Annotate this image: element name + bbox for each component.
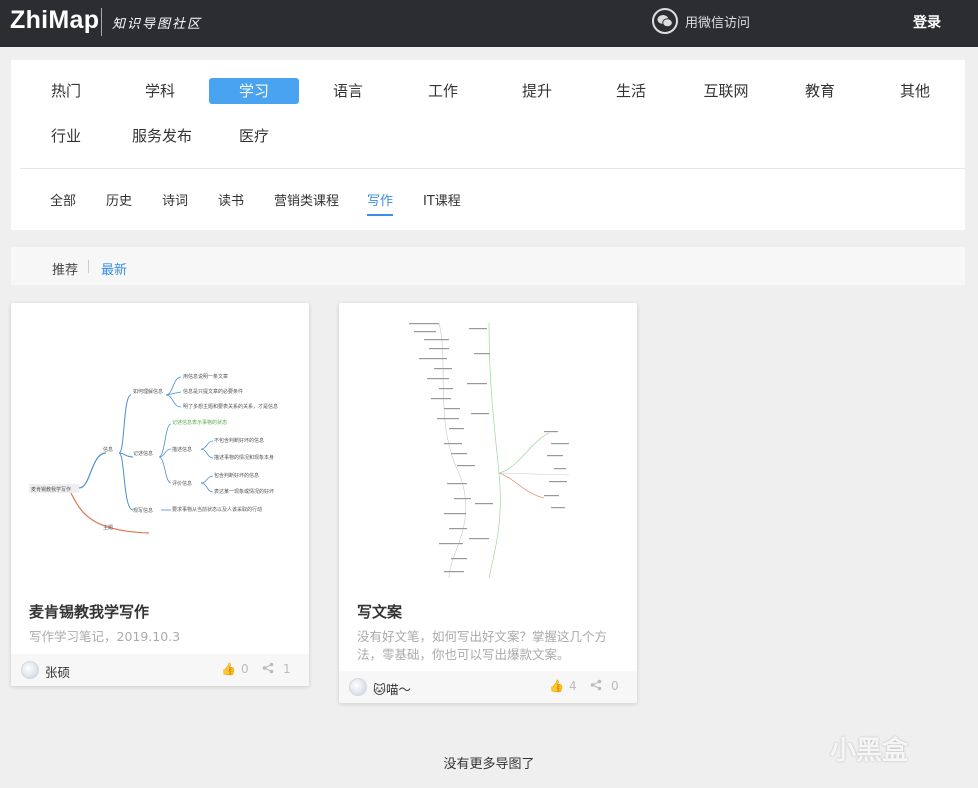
wechat-icon	[652, 8, 678, 34]
mindmap-card[interactable]: 写文案 没有好文笔，如何写出好文案？掌握这几个方法，零基础，你也可以写出爆款文案…	[339, 303, 637, 703]
author-name[interactable]: 🐱喵～	[373, 679, 411, 698]
thumbs-up-icon[interactable]: 👍	[221, 662, 236, 676]
mindmap-leaf: 包含判断好坏的信息	[214, 472, 259, 479]
card-title[interactable]: 麦肯锡教我学写作	[29, 601, 149, 622]
mindmap-leaf: 信息是只提文章的必要条件	[183, 388, 243, 395]
site-logo[interactable]: ZhiMap	[10, 6, 99, 35]
card-footer: 🐱喵～ 👍 4 0	[339, 671, 637, 703]
category-subject[interactable]: 学科	[140, 78, 180, 104]
category-service[interactable]: 服务发布	[126, 123, 198, 149]
mindmap-leaf: 要求事物从当前状态以及人该采取的行动	[172, 506, 262, 513]
category-work[interactable]: 工作	[423, 78, 463, 104]
category-industry[interactable]: 行业	[46, 123, 86, 149]
mindmap-root: 麦肯锡教我学写作	[31, 486, 71, 493]
logo-divider	[101, 8, 102, 36]
site-slogan: 知识导图社区	[112, 17, 203, 32]
wechat-access-link[interactable]: 用微信访问	[652, 7, 750, 35]
mindmap-thumbnail[interactable]	[339, 303, 637, 583]
card-description: 没有好文笔，如何写出好文案？掌握这几个方法，零基础，你也可以写出爆款文案。	[357, 629, 608, 662]
category-internet[interactable]: 互联网	[699, 78, 753, 104]
category-education[interactable]: 教育	[800, 78, 840, 104]
category-life[interactable]: 生活	[611, 78, 651, 104]
category-other[interactable]: 其他	[895, 78, 935, 104]
category-medical[interactable]: 医疗	[234, 123, 274, 149]
avatar[interactable]	[21, 661, 39, 679]
card-title[interactable]: 写文案	[357, 601, 402, 622]
sort-bar: 推荐 最新	[11, 247, 965, 285]
watermark-logo: 小黑盒	[830, 736, 909, 766]
sort-divider	[88, 260, 89, 273]
mindmap-sub-understand: 如何理解信息	[133, 388, 163, 395]
subcategory-writing[interactable]: 写作	[367, 190, 394, 216]
share-icon[interactable]	[262, 662, 274, 677]
author-name[interactable]: 张硕	[45, 662, 70, 681]
card-footer: 张硕 👍 0 1	[11, 654, 309, 686]
share-icon[interactable]	[590, 679, 602, 694]
mindmap-card[interactable]: 麦肯锡教我学写作 信息 主题 如何理解信息 记述信息 规写信息 用信息说明一条文…	[11, 303, 309, 686]
wechat-access-label: 用微信访问	[685, 15, 751, 31]
top-header: ZhiMap 知识导图社区 用微信访问 登录	[0, 0, 978, 47]
mindmap-mid-evaluate: 评价信息	[172, 480, 192, 487]
subcategory-it[interactable]: IT课程	[423, 190, 461, 209]
mindmap-leaf: 表达某一现象或情况的好坏	[214, 488, 274, 495]
mindmap-leaf: 记述信息表示事物的状态	[172, 419, 227, 426]
subcategory-marketing[interactable]: 营销类课程	[274, 190, 339, 209]
category-study[interactable]: 学习	[209, 78, 299, 104]
category-language[interactable]: 语言	[328, 78, 368, 104]
category-panel: 热门 学科 学习 语言 工作 提升 生活 互联网 教育 其他 行业 服务发布 医…	[11, 60, 965, 230]
mindmap-branch-info: 信息	[103, 446, 113, 453]
mindmap-leaf: 不包含判断好坏的信息	[214, 437, 264, 444]
subcategory-all[interactable]: 全部	[50, 190, 76, 209]
share-count: 0	[611, 679, 619, 693]
thumbs-up-icon[interactable]: 👍	[549, 679, 564, 693]
like-count: 4	[569, 679, 577, 693]
mindmap-branch-topic: 主题	[103, 524, 113, 531]
category-improve[interactable]: 提升	[517, 78, 557, 104]
mindmap-sub-write: 规写信息	[133, 507, 153, 514]
share-count: 1	[283, 662, 291, 676]
sort-recommend[interactable]: 推荐	[52, 259, 78, 278]
mindmap-leaf: 描述事物的情况和现象本身	[214, 454, 274, 461]
subcategory-reading[interactable]: 读书	[218, 190, 244, 209]
category-divider	[20, 168, 965, 169]
card-description: 写作学习笔记，2019.10.3	[29, 629, 181, 644]
like-count: 0	[241, 662, 249, 676]
mindmap-sub-describe: 记述信息	[133, 450, 153, 457]
avatar[interactable]	[349, 678, 367, 696]
mindmap-leaf: 明了多想主题和要表关系的关系，才是信息	[183, 403, 278, 410]
mindmap-thumbnail[interactable]: 麦肯锡教我学写作 信息 主题 如何理解信息 记述信息 规写信息 用信息说明一条文…	[11, 303, 309, 583]
login-button[interactable]: 登录	[913, 12, 941, 32]
mindmap-leaf: 用信息说明一条文章	[183, 373, 228, 380]
sort-latest[interactable]: 最新	[101, 259, 127, 278]
mindmap-mid-describe: 描述信息	[172, 446, 192, 453]
subcategory-poetry[interactable]: 诗词	[162, 190, 188, 209]
subcategory-history[interactable]: 历史	[106, 190, 132, 209]
category-hot[interactable]: 热门	[46, 78, 86, 104]
